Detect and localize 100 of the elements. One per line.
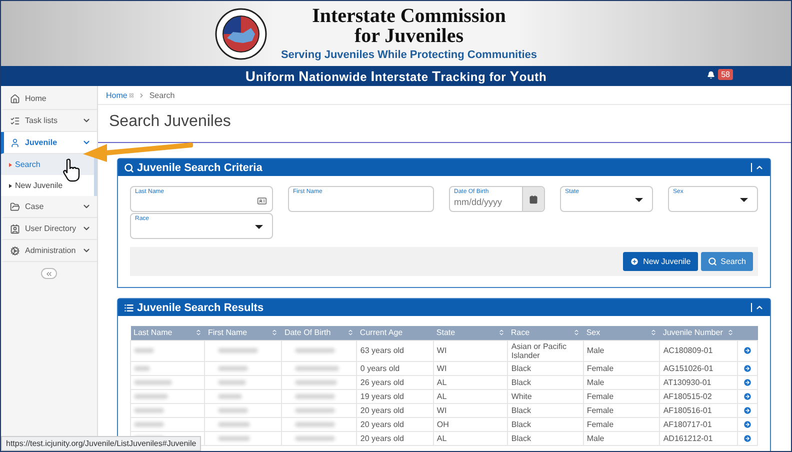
sidebar-item[interactable]: Juvenile	[1, 132, 97, 154]
table-cell: 20 years old	[356, 403, 434, 417]
column-header[interactable]: Date Of Birth	[281, 326, 357, 340]
site-title: Interstate Commission	[312, 6, 506, 26]
table-cell: WI	[433, 361, 508, 375]
sort-icon	[727, 329, 734, 336]
column-header[interactable]: State	[433, 326, 508, 340]
table-cell: AL	[433, 389, 508, 403]
table-cell: Male	[583, 375, 660, 389]
sort-icon	[498, 329, 505, 336]
column-header[interactable]: Last Name	[130, 326, 205, 340]
blurred-text	[218, 366, 248, 370]
new-juvenile-button[interactable]: New Juvenile	[623, 252, 698, 271]
blurred-text	[294, 394, 335, 398]
table-cell: 26 years old	[356, 375, 434, 389]
column-header[interactable]: Juvenile Number	[660, 326, 738, 340]
blurred-text	[134, 422, 164, 426]
blurred-text	[134, 394, 168, 398]
open-record-icon[interactable]	[742, 420, 752, 428]
open-record-icon[interactable]	[742, 434, 752, 442]
chevron-icon	[82, 116, 91, 125]
chevron-icon	[755, 303, 764, 312]
seal-logo	[214, 8, 267, 60]
table-cell: AG151026-01	[660, 361, 738, 375]
grid-icon	[129, 92, 134, 98]
blurred-text	[294, 348, 335, 353]
sidebar-item[interactable]: Administration	[1, 240, 97, 262]
sort-icon	[346, 329, 354, 336]
table-cell: OH	[433, 417, 508, 431]
open-record-icon[interactable]	[742, 392, 752, 400]
table-cell: AD161212-01	[660, 431, 738, 445]
table-cell: Female	[583, 417, 660, 431]
sidebar-item[interactable]: Case	[1, 196, 97, 218]
table-cell: Female	[583, 403, 660, 417]
breadcrumb-link[interactable]: Home	[106, 90, 134, 100]
blurred-text	[294, 422, 335, 426]
column-header[interactable]: Sex	[583, 326, 660, 340]
breadcrumb-item: Search	[149, 90, 175, 100]
table-cell: Male	[583, 431, 660, 445]
table-cell: 20 years old	[356, 431, 434, 445]
table-cell: AL	[433, 431, 508, 445]
table-cell: 63 years old	[356, 340, 434, 361]
table-cell: Female	[583, 361, 660, 375]
blurred-text	[294, 380, 337, 384]
submenu-item[interactable]: New Juvenile	[1, 175, 97, 196]
table-cell: Female	[583, 389, 660, 403]
blurred-text	[294, 366, 339, 370]
open-record-icon[interactable]	[742, 406, 752, 414]
chevron-icon	[755, 163, 764, 172]
hand-cursor-icon	[62, 158, 82, 182]
user-icon	[10, 138, 20, 148]
collapse-toggle[interactable]	[751, 163, 764, 172]
table-cell: Black	[508, 403, 584, 417]
table-cell: Black	[508, 375, 584, 389]
open-record-icon[interactable]	[742, 346, 752, 355]
table-cell: 19 years old	[356, 389, 434, 403]
home-icon	[10, 94, 20, 104]
table-cell: 20 years old	[356, 417, 434, 431]
table-cell: Male	[583, 340, 660, 361]
page-title: Search Juveniles	[98, 105, 791, 143]
sort-icon	[194, 329, 202, 336]
column-header[interactable]: Current Age	[356, 326, 434, 340]
table-cell: WI	[433, 340, 508, 361]
panel-title: Juvenile Search Criteria	[137, 162, 264, 174]
folder-icon	[10, 202, 20, 212]
blurred-text	[134, 408, 164, 412]
chevron-icon	[82, 224, 91, 233]
list-icon	[124, 302, 134, 312]
blurred-text	[218, 436, 250, 440]
bell-icon[interactable]	[707, 70, 716, 78]
column-header[interactable]: Race	[508, 326, 584, 340]
sidebar-item[interactable]: Home	[1, 88, 97, 110]
chevron-icon	[138, 92, 146, 98]
sidebar-item[interactable]: User Directory	[1, 218, 97, 240]
sort-icon	[271, 329, 278, 336]
table-cell: White	[508, 389, 584, 403]
collapse-toggle[interactable]	[751, 303, 764, 312]
double-chevron-icon	[45, 270, 53, 278]
blurred-text	[134, 380, 172, 384]
table-cell: AF180515-02	[660, 389, 738, 403]
table-cell: Black	[508, 361, 584, 375]
table-cell: AF180717-01	[660, 417, 738, 431]
column-header[interactable]: First Name	[204, 326, 282, 340]
open-record-icon[interactable]	[742, 364, 752, 372]
search-button[interactable]: Search	[700, 252, 753, 271]
tagline: Serving Juveniles While Protecting Communities	[280, 49, 538, 61]
table-cell: Asian or Pacific Islander	[508, 340, 584, 361]
caret-icon	[740, 198, 748, 202]
blurred-text	[134, 366, 150, 370]
sort-icon	[650, 329, 657, 336]
search-icon	[124, 162, 134, 172]
sort-icon	[573, 329, 580, 336]
notification-count[interactable]: 58	[718, 69, 733, 80]
gears-icon	[10, 246, 20, 256]
table-cell: AF180516-01	[660, 403, 738, 417]
open-record-icon[interactable]	[742, 378, 752, 386]
blurred-text	[294, 436, 335, 440]
contact-card-icon	[10, 224, 20, 234]
checklist-icon	[10, 116, 20, 126]
chevron-icon	[82, 138, 91, 147]
